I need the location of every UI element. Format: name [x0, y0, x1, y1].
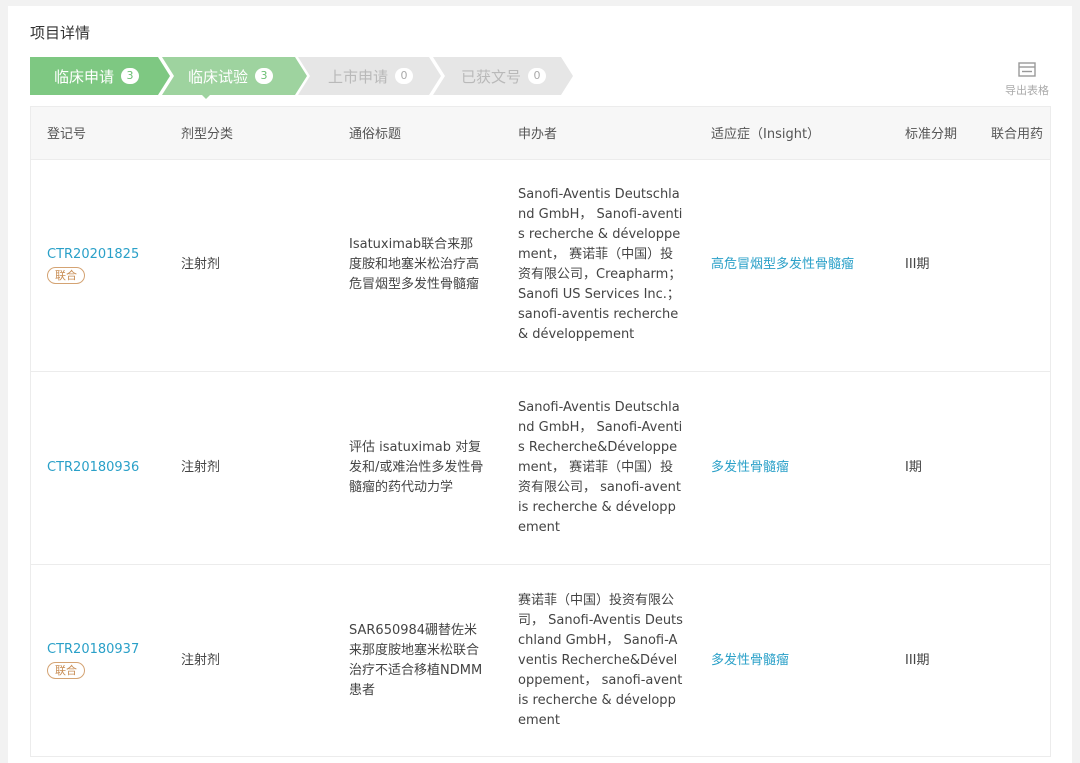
combo-drug-cell	[975, 563, 1050, 756]
page-title: 项目详情	[30, 24, 91, 42]
table-row: CTR20180936 注射剂 评估 isatuximab 对复发和/或难治性多…	[31, 370, 1050, 564]
table-row: CTR20201825 联合 注射剂 Isatuximab联合来那度胺和地塞米松…	[31, 158, 1050, 371]
step-count-badge: 0	[528, 68, 547, 84]
title-cell: Isatuximab联合来那度胺和地塞米松治疗高危冒烟型多发性骨髓瘤	[333, 158, 502, 371]
indication-cell: 多发性骨髓瘤	[695, 370, 889, 564]
step-market-application[interactable]: 上市申请 0	[298, 57, 441, 95]
dosage-form-cell: 注射剂	[165, 370, 333, 564]
step-count-badge: 3	[121, 68, 140, 84]
dosage-form-cell: 注射剂	[165, 158, 333, 371]
title-cell: 评估 isatuximab 对复发和/或难治性多发性骨髓瘤的药代动力学	[333, 370, 502, 564]
indication-cell: 高危冒烟型多发性骨髓瘤	[695, 158, 889, 371]
step-clinical-application[interactable]: 临床申请 3	[30, 57, 170, 95]
column-header[interactable]: 适应症（Insight）	[695, 107, 889, 159]
table-export-icon	[1018, 62, 1036, 77]
column-header[interactable]: 联合用药	[975, 107, 1050, 159]
column-header[interactable]: 登记号	[31, 107, 165, 159]
combo-drug-cell	[975, 370, 1050, 564]
step-count-badge: 0	[395, 68, 414, 84]
phase-cell: III期	[889, 158, 975, 371]
column-header[interactable]: 申办者	[502, 107, 695, 159]
trial-table: 登记号 剂型分类 通俗标题 申办者 适应症（Insight） 标准分期 联合用药…	[30, 106, 1051, 757]
step-label: 临床申请	[54, 67, 115, 86]
export-label: 导出表格	[1005, 84, 1049, 97]
registration-link[interactable]: CTR20180936	[47, 458, 165, 478]
indication-cell: 多发性骨髓瘤	[695, 563, 889, 756]
sponsor-cell: Sanofi-Aventis Deutschland GmbH， Sanofi-…	[502, 370, 695, 564]
sponsor-cell: Sanofi-Aventis Deutschland GmbH， Sanofi-…	[502, 158, 695, 371]
indication-link[interactable]: 多发性骨髓瘤	[711, 460, 789, 475]
active-step-caret	[200, 93, 212, 99]
dosage-form-cell: 注射剂	[165, 563, 333, 756]
registration-cell: CTR20180936	[31, 370, 165, 564]
step-approval-obtained[interactable]: 已获文号 0	[433, 57, 573, 95]
combo-tag: 联合	[47, 662, 85, 680]
phase-cell: III期	[889, 563, 975, 756]
table-header-row: 登记号 剂型分类 通俗标题 申办者 适应症（Insight） 标准分期 联合用药	[31, 107, 1050, 159]
sponsor-cell: 赛诺菲（中国）投资有限公司， Sanofi-Aventis Deutschlan…	[502, 563, 695, 756]
combo-tag: 联合	[47, 266, 85, 284]
registration-link[interactable]: CTR20180937	[47, 640, 165, 660]
indication-link[interactable]: 高危冒烟型多发性骨髓瘤	[711, 257, 854, 272]
indication-link[interactable]: 多发性骨髓瘤	[711, 653, 789, 668]
step-clinical-trial[interactable]: 临床试验 3	[162, 57, 307, 95]
step-label: 已获文号	[461, 67, 522, 86]
step-count-badge: 3	[255, 68, 274, 84]
registration-cell: CTR20201825 联合	[31, 158, 165, 371]
registration-link[interactable]: CTR20201825	[47, 245, 165, 265]
registration-cell: CTR20180937 联合	[31, 563, 165, 756]
title-cell: SAR650984硼替佐米来那度胺地塞米松联合治疗不适合移植NDMM患者	[333, 563, 502, 756]
export-table-button[interactable]: 导出表格	[1002, 62, 1052, 98]
column-header[interactable]: 标准分期	[889, 107, 975, 159]
step-label: 上市申请	[328, 67, 389, 86]
project-detail-panel: 项目详情 临床申请 3 临床试验 3 上市申请 0 已获文号 0 导出表格 登记…	[8, 6, 1072, 763]
combo-drug-cell	[975, 158, 1050, 371]
table-row: CTR20180937 联合 注射剂 SAR650984硼替佐米来那度胺地塞米松…	[31, 563, 1050, 756]
phase-cell: I期	[889, 370, 975, 564]
step-label: 临床试验	[188, 67, 249, 86]
stage-steps: 临床申请 3 临床试验 3 上市申请 0 已获文号 0	[30, 57, 590, 95]
column-header[interactable]: 通俗标题	[333, 107, 502, 159]
column-header[interactable]: 剂型分类	[165, 107, 333, 159]
